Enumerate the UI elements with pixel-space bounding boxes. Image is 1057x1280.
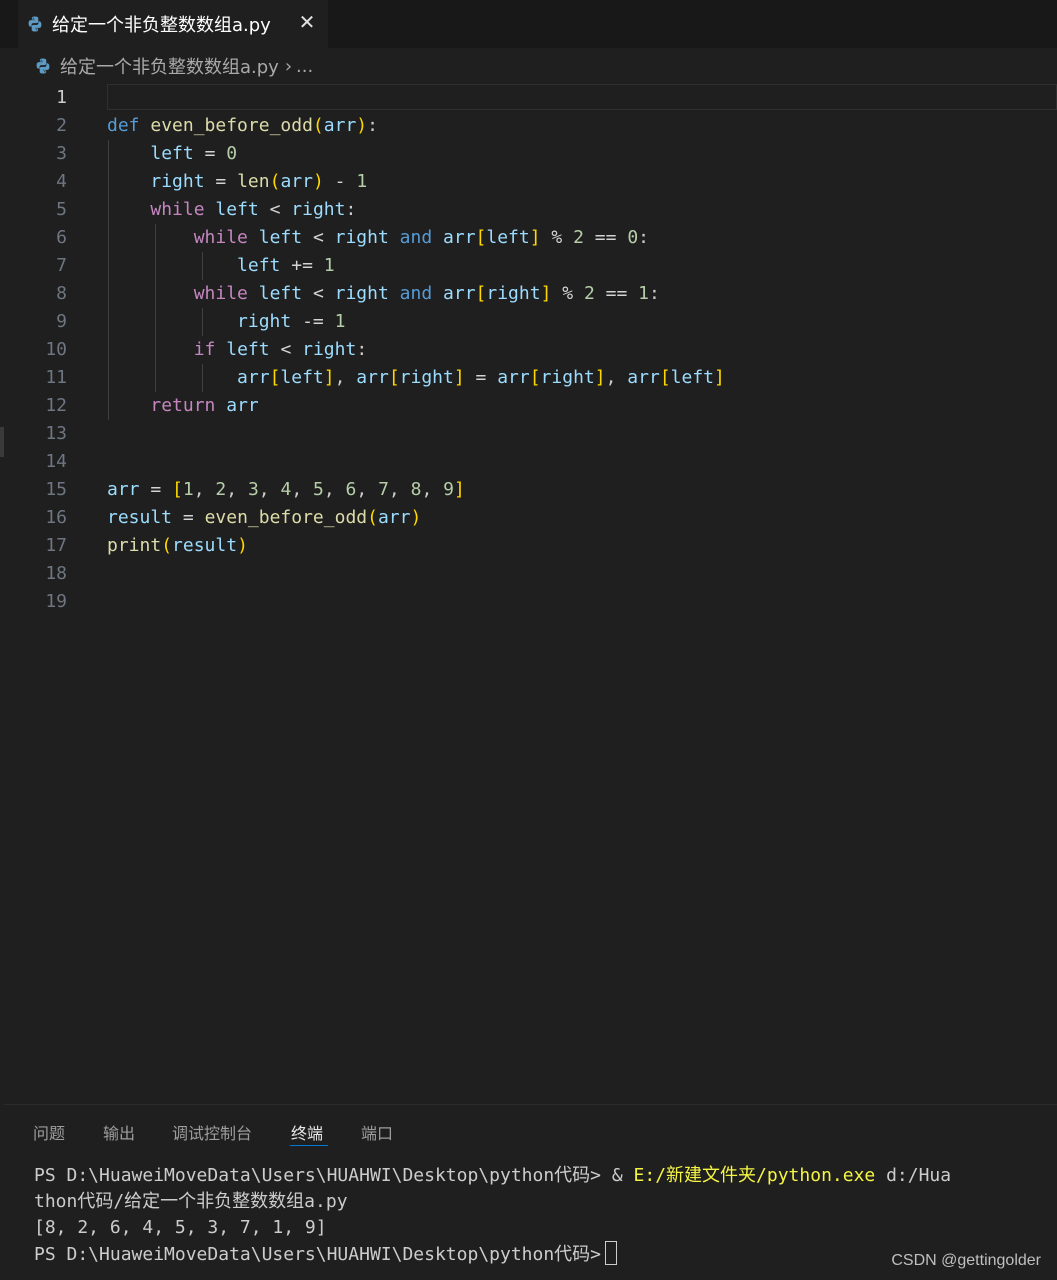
code-line: 5 while left < right:	[0, 196, 1057, 224]
chevron-right-icon: ›	[284, 55, 293, 77]
code-line: 17 print(result)	[0, 532, 1057, 560]
code-text: right = len(arr) - 1	[150, 171, 368, 192]
line-number: 19	[45, 591, 67, 612]
code-line: 12 return arr	[0, 392, 1057, 420]
close-icon[interactable]: ✕	[295, 10, 319, 34]
code-text: left = 0	[150, 143, 238, 164]
line-number: 11	[45, 367, 67, 388]
tab-bar: 给定一个非负整数数组a.py ✕	[0, 0, 1057, 48]
line-number: 2	[56, 115, 67, 136]
code-text: left += 1	[237, 255, 335, 276]
active-tab-indicator	[290, 1145, 328, 1146]
python-icon	[34, 57, 52, 75]
code-line: 3 left = 0	[0, 140, 1057, 168]
terminal-prompt: PS D:\HuaweiMoveData\Users\HUAHWI\Deskto…	[34, 1165, 634, 1186]
line-number: 13	[45, 423, 67, 444]
line-number: 18	[45, 563, 67, 584]
code-line: 10 if left < right:	[0, 336, 1057, 364]
line-number: 6	[56, 227, 67, 248]
code-text: while left < right and arr[right] % 2 ==…	[193, 283, 660, 304]
code-text: return arr	[150, 395, 259, 416]
line-number: 8	[56, 283, 67, 304]
code-line: 14	[0, 448, 1057, 476]
code-line: 9 right -= 1	[0, 308, 1057, 336]
code-text: arr[left], arr[right] = arr[right], arr[…	[237, 367, 725, 388]
terminal-result: [8, 2, 6, 4, 5, 3, 7, 1, 9]	[34, 1217, 327, 1238]
code-text: right -= 1	[237, 311, 346, 332]
code-text: def even_before_odd(arr):	[107, 115, 378, 136]
line-number: 16	[45, 507, 67, 528]
line-number: 4	[56, 171, 67, 192]
tab-problems[interactable]: 问题	[33, 1120, 65, 1144]
code-text: if left < right:	[193, 339, 368, 360]
line-number: 1	[56, 87, 67, 108]
terminal-output[interactable]: PS D:\HuaweiMoveData\Users\HUAHWI\Deskto…	[34, 1163, 951, 1268]
terminal-wrapped-line: thon代码/给定一个非负整数数组a.py	[34, 1191, 348, 1212]
panel-tabs: 问题 输出 调试控制台 终端 端口	[4, 1105, 1057, 1155]
line-number: 10	[45, 339, 67, 360]
terminal-exe-path: E:/新建文件夹/python.exe	[633, 1165, 876, 1186]
editor-tab[interactable]: 给定一个非负整数数组a.py ✕	[18, 0, 328, 48]
tab-ports[interactable]: 端口	[361, 1120, 393, 1144]
code-text: result = even_before_odd(arr)	[107, 507, 422, 528]
line-number: 3	[56, 143, 67, 164]
breadcrumb-file[interactable]: 给定一个非负整数数组a.py	[60, 53, 279, 79]
line-number: 5	[56, 199, 67, 220]
terminal-prompt: PS D:\HuaweiMoveData\Users\HUAHWI\Deskto…	[34, 1244, 602, 1265]
code-line: 1	[0, 84, 1057, 112]
code-line: 2 def even_before_odd(arr):	[0, 112, 1057, 140]
code-line: 11 arr[left], arr[right] = arr[right], a…	[0, 364, 1057, 392]
tab-debug-console[interactable]: 调试控制台	[172, 1120, 252, 1144]
breadcrumb: 给定一个非负整数数组a.py › ...	[0, 48, 1057, 84]
breadcrumb-symbols[interactable]: ...	[296, 56, 313, 77]
code-text: while left < right:	[150, 199, 357, 220]
line-number: 14	[45, 451, 67, 472]
code-text: while left < right and arr[left] % 2 == …	[193, 227, 650, 248]
code-text: arr = [1, 2, 3, 4, 5, 6, 7, 8, 9]	[107, 479, 465, 500]
code-line: 7 left += 1	[0, 252, 1057, 280]
code-line: 6 while left < right and arr[left] % 2 =…	[0, 224, 1057, 252]
watermark: CSDN @gettingolder	[891, 1252, 1041, 1269]
code-line: 13	[0, 420, 1057, 448]
code-editor[interactable]: 1 2 def even_before_odd(arr): 3 left = 0…	[0, 84, 1057, 1104]
code-text: print(result)	[107, 535, 248, 556]
python-icon	[26, 15, 44, 33]
line-number: 9	[56, 311, 67, 332]
bottom-panel: 问题 输出 调试控制台 终端 端口 PS D:\HuaweiMoveData\U…	[4, 1104, 1057, 1280]
code-line: 15 arr = [1, 2, 3, 4, 5, 6, 7, 8, 9]	[0, 476, 1057, 504]
code-line: 8 while left < right and arr[right] % 2 …	[0, 280, 1057, 308]
code-line: 16 result = even_before_odd(arr)	[0, 504, 1057, 532]
line-number: 12	[45, 395, 67, 416]
line-number: 7	[56, 255, 67, 276]
code-line: 18	[0, 560, 1057, 588]
tab-title: 给定一个非负整数数组a.py	[52, 15, 271, 36]
code-line: 19	[0, 588, 1057, 616]
current-line-highlight	[107, 84, 1057, 110]
tab-output[interactable]: 输出	[103, 1120, 135, 1144]
tab-terminal[interactable]: 终端	[291, 1120, 323, 1144]
line-number: 15	[45, 479, 67, 500]
terminal-arg: d:/Hua	[875, 1165, 952, 1186]
line-number: 17	[45, 535, 67, 556]
code-line: 4 right = len(arr) - 1	[0, 168, 1057, 196]
terminal-cursor	[605, 1241, 618, 1265]
